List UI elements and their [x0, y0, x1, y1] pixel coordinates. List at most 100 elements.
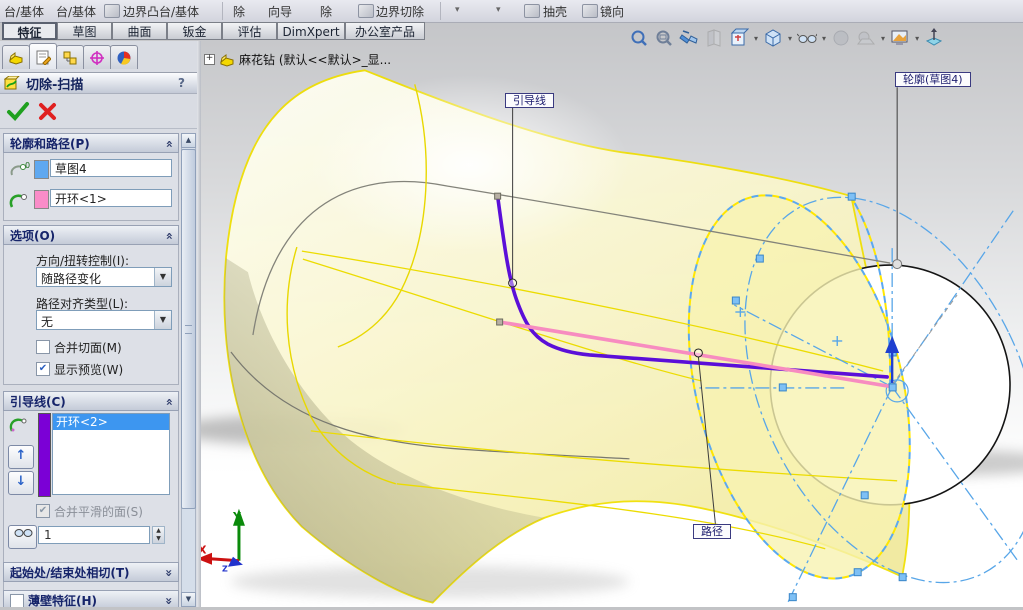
select-caret-icon[interactable]: ▼: [154, 268, 171, 286]
toolbar-item-cut-2[interactable]: 除: [320, 3, 332, 20]
section-header-start-end-tangency[interactable]: 起始处/结束处相切(T)»: [3, 562, 179, 582]
section-number-spinner[interactable]: ▲▼: [152, 526, 165, 544]
part-icon: [219, 53, 235, 67]
thin-feature-checkbox[interactable]: [10, 594, 24, 607]
alignment-select[interactable]: 无▼: [36, 310, 172, 330]
scroll-down-button[interactable]: ▼: [181, 592, 196, 607]
expand-chevron-icon[interactable]: »: [159, 597, 179, 605]
dropdown-caret-icon[interactable]: ▾: [915, 34, 919, 43]
callout-path[interactable]: 路径: [693, 524, 731, 539]
toolbar-item-boss-base-1[interactable]: 台/基体: [4, 3, 44, 20]
collapse-chevron-icon[interactable]: »: [159, 232, 179, 240]
path-field[interactable]: 开环<1>: [50, 189, 172, 207]
previous-view-icon[interactable]: [678, 27, 700, 49]
profile-color-swatch: [34, 160, 49, 179]
triad-z-label: Z: [222, 565, 228, 574]
scrollbar-grip: [185, 325, 192, 334]
toolbar-item-mirror[interactable]: 镜向: [600, 3, 624, 20]
boundary-boss-icon: [104, 4, 120, 18]
tab-features[interactable]: 特征: [2, 22, 57, 40]
merge-tangent-label: 合并切面(M): [54, 339, 122, 356]
merge-smooth-checkbox[interactable]: ✔: [36, 504, 50, 518]
toolbar-item-cut-1[interactable]: 除: [233, 3, 245, 20]
path-color-swatch: [34, 190, 49, 209]
callout-profile[interactable]: 轮廓(草图4): [895, 72, 971, 87]
scroll-up-button[interactable]: ▲: [181, 133, 196, 148]
tab-office[interactable]: 办公室产品: [345, 22, 425, 40]
dropdown-caret-icon[interactable]: ▾: [881, 34, 885, 43]
merge-tangent-checkbox[interactable]: [36, 340, 50, 354]
merge-smooth-label: 合并平滑的面(S): [54, 503, 143, 520]
section-header-profile-path[interactable]: 轮廓和路径(P)»: [3, 133, 179, 153]
collapse-chevron-icon[interactable]: »: [159, 140, 179, 148]
reference-triad-icon[interactable]: [923, 27, 945, 49]
view-orientation-icon[interactable]: [728, 27, 750, 49]
toolbar-item-boundary-boss[interactable]: 边界凸台/基体: [123, 3, 199, 20]
edit-appearance-icon[interactable]: [830, 27, 852, 49]
collapse-chevron-icon[interactable]: »: [159, 398, 179, 406]
tab-surfaces[interactable]: 曲面: [112, 22, 167, 40]
feature-tree-flyout[interactable]: + 麻花钻 (默认<<默认>_显...: [204, 51, 391, 68]
path-icon: [8, 191, 32, 211]
cancel-button[interactable]: [38, 102, 58, 122]
tab-sheetmetal[interactable]: 钣金: [167, 22, 222, 40]
dimxpertmanager-tab[interactable]: [83, 45, 111, 69]
profile-field[interactable]: 草图4: [50, 159, 172, 177]
ok-button[interactable]: [6, 100, 30, 122]
callout-guide-curve[interactable]: 引导线: [505, 93, 554, 108]
tree-item-label[interactable]: 麻花钻 (默认<<默认>_显...: [239, 51, 391, 68]
pm-title-bar: 切除-扫描 ?: [0, 72, 197, 94]
profile-icon: 0: [8, 161, 32, 181]
show-preview-checkbox[interactable]: ✔: [36, 362, 50, 376]
tree-expand-icon[interactable]: +: [204, 54, 215, 65]
toolbar-item-boundary-cut[interactable]: 边界切除: [376, 3, 424, 20]
move-down-button[interactable]: ↓: [8, 471, 34, 495]
display-style-icon[interactable]: [762, 27, 784, 49]
expand-chevron-icon[interactable]: »: [159, 569, 179, 577]
graphics-viewport[interactable]: Y X Z + 麻花钻 (默认<<默认>_显... 引导线 轮廓(草图4) 路径: [201, 41, 1023, 607]
dropdown-caret-icon[interactable]: ▾: [754, 34, 758, 43]
orientation-select[interactable]: 随路径变化▼: [36, 267, 172, 287]
dropdown-caret-icon[interactable]: ▾: [822, 34, 826, 43]
section-number-field[interactable]: 1: [38, 526, 150, 544]
configurationmanager-tab[interactable]: [56, 45, 84, 69]
view-settings-icon[interactable]: [889, 27, 911, 49]
select-caret-icon[interactable]: ▼: [154, 311, 171, 329]
toolbar-item-boss-base-2[interactable]: 台/基体: [56, 3, 96, 20]
zoom-to-area-icon[interactable]: [653, 27, 675, 49]
move-up-button[interactable]: ↑: [8, 445, 34, 469]
apply-scene-icon[interactable]: [855, 27, 877, 49]
displaymanager-tab[interactable]: [110, 45, 138, 69]
panel-splitter[interactable]: [197, 41, 201, 607]
dropdown-caret-icon[interactable]: ▾: [496, 5, 501, 15]
pm-confirm-row: [0, 96, 197, 129]
guide-attach-point: [509, 279, 517, 287]
guide-curve-list-item[interactable]: 开环<2>: [53, 414, 169, 430]
tab-sketch[interactable]: 草图: [57, 22, 112, 40]
zoom-to-fit-icon[interactable]: [628, 27, 650, 49]
help-button[interactable]: ?: [178, 76, 185, 90]
svg-text:0: 0: [25, 161, 30, 170]
toolbar-item-wizard[interactable]: 向导: [268, 3, 292, 20]
show-sections-button[interactable]: [8, 525, 37, 549]
hide-show-items-icon[interactable]: [796, 27, 818, 49]
toolbar-item-shell[interactable]: 抽壳: [543, 3, 567, 20]
pm-scrollbar-thumb[interactable]: [181, 149, 196, 509]
section-view-icon[interactable]: [703, 27, 725, 49]
show-preview-label: 显示预览(W): [54, 361, 123, 378]
section-header-guide-curves[interactable]: 引导线(C)»: [3, 391, 179, 411]
path-attach-point: [694, 349, 702, 357]
dropdown-caret-icon[interactable]: ▾: [788, 34, 792, 43]
dropdown-caret-icon[interactable]: ▾: [455, 5, 460, 15]
guide-curves-listbox[interactable]: 开环<2>: [52, 413, 170, 495]
shell-icon: [524, 4, 540, 18]
section-header-options[interactable]: 选项(O)»: [3, 225, 179, 245]
featuremanager-tab[interactable]: [2, 45, 30, 69]
part-highlight: [310, 75, 630, 255]
section-header-thin-feature[interactable]: 薄壁特征(H) »: [3, 590, 179, 607]
propertymanager-tab[interactable]: [29, 43, 57, 69]
guide-curve-icon: [8, 415, 32, 435]
mirror-icon: [582, 4, 598, 18]
tab-evaluate[interactable]: 评估: [222, 22, 277, 40]
tab-dimxpert[interactable]: DimXpert: [277, 22, 345, 40]
